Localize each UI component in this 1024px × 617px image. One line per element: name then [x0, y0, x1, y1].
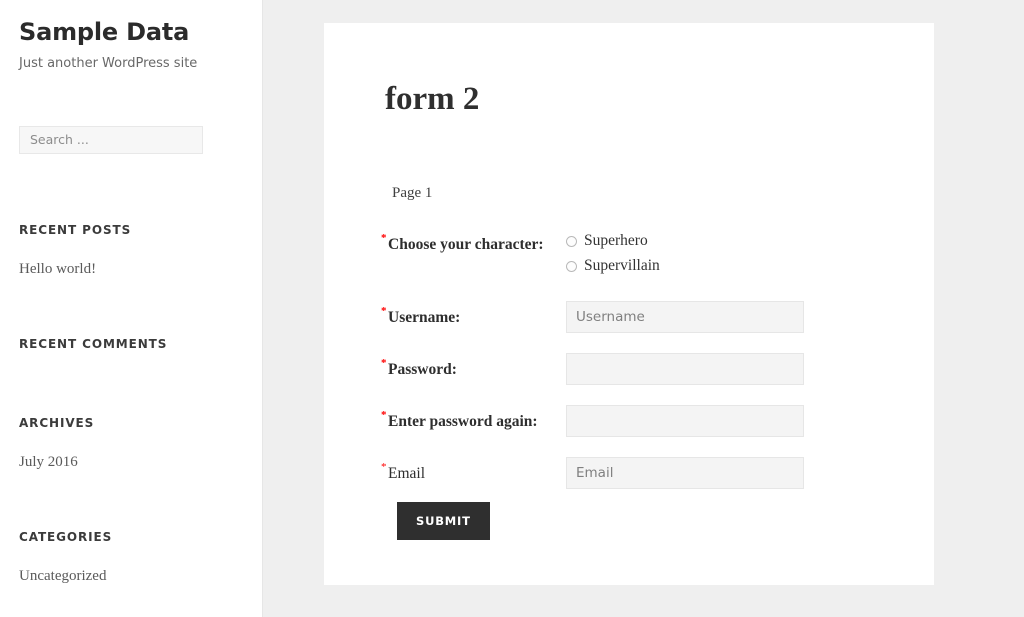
label-text: Email	[388, 464, 426, 482]
content-card: form 2 Page 1 * Choose your character: S…	[324, 23, 934, 585]
label-text: Choose your character:	[388, 236, 544, 253]
label-enter-password-again: * Enter password again:	[324, 405, 566, 432]
label-username: * Username:	[324, 301, 566, 328]
site-title: Sample Data	[19, 18, 190, 46]
list-item: Uncategorized	[19, 565, 112, 588]
field-password	[566, 352, 934, 385]
search-widget	[19, 125, 243, 154]
radio-option-superhero[interactable]: Superhero	[566, 230, 934, 252]
widget-archives: Archives July 2016	[19, 416, 94, 474]
radio-group-character: Superhero Supervillain	[566, 228, 934, 278]
username-input[interactable]	[566, 300, 804, 333]
radio-circle-icon[interactable]	[566, 235, 577, 247]
search-input[interactable]	[19, 125, 203, 154]
radio-label: Superhero	[584, 232, 648, 249]
archives-list: July 2016	[19, 451, 94, 474]
categories-list: Uncategorized	[19, 565, 112, 588]
form-row-password: * Password:	[324, 352, 934, 385]
radio-option-supervillain[interactable]: Supervillain	[566, 255, 934, 277]
email-field[interactable]	[566, 456, 804, 489]
label-text: Enter password again:	[388, 412, 538, 430]
label-choose-your-character: * Choose your character:	[324, 228, 566, 255]
widget-recent-posts: Recent Posts Hello world!	[19, 223, 131, 281]
widget-title-categories: Categories	[19, 530, 113, 544]
label-text: Password:	[388, 360, 457, 378]
required-asterisk: *	[381, 232, 387, 244]
widget-title-archives: Archives	[19, 416, 95, 430]
label-email: * Email	[324, 457, 566, 484]
widget-recent-comments: Recent Comments	[19, 337, 167, 351]
password-confirm-input[interactable]	[566, 404, 804, 437]
site-description: Just another WordPress site	[19, 55, 198, 71]
page-root: Sample Data Just another WordPress site …	[0, 0, 1024, 617]
required-asterisk: *	[381, 408, 387, 421]
required-asterisk: *	[381, 356, 387, 369]
recent-posts-list: Hello world!	[19, 258, 131, 281]
radio-label: Supervillain	[584, 257, 660, 275]
sidebar: Sample Data Just another WordPress site …	[0, 0, 263, 617]
form-page-label: Page 1	[392, 185, 433, 201]
widget-categories: Categories Uncategorized	[19, 530, 112, 588]
field-email	[566, 456, 934, 489]
form-row-character: * Choose your character: Superhero Super…	[324, 228, 934, 281]
password-input[interactable]	[566, 352, 804, 385]
recent-post-link[interactable]: Hello world!	[19, 261, 96, 277]
radio-circle-icon[interactable]	[566, 261, 577, 273]
list-item: Hello world!	[19, 258, 131, 281]
required-asterisk: *	[381, 304, 387, 317]
submit-row: Submit	[397, 502, 490, 540]
widget-title-recent-comments: Recent Comments	[19, 337, 168, 351]
archive-link[interactable]: July 2016	[19, 454, 78, 470]
form-row-password-confirm: * Enter password again:	[324, 404, 934, 437]
list-item: July 2016	[19, 451, 94, 474]
widget-title-recent-posts: Recent Posts	[19, 223, 132, 237]
label-password: * Password:	[324, 353, 566, 380]
field-username	[566, 300, 934, 333]
form-body: * Choose your character: Superhero Super…	[324, 228, 934, 540]
category-link[interactable]: Uncategorized	[19, 568, 106, 584]
form-row-username: * Username:	[324, 300, 934, 333]
label-text: Username:	[388, 308, 461, 326]
page-title: form 2	[385, 81, 480, 117]
field-character: Superhero Supervillain	[566, 228, 934, 281]
required-asterisk: *	[381, 460, 387, 473]
submit-button[interactable]: Submit	[397, 502, 490, 540]
form-row-email: * Email	[324, 456, 934, 489]
field-password-confirm	[566, 404, 934, 437]
